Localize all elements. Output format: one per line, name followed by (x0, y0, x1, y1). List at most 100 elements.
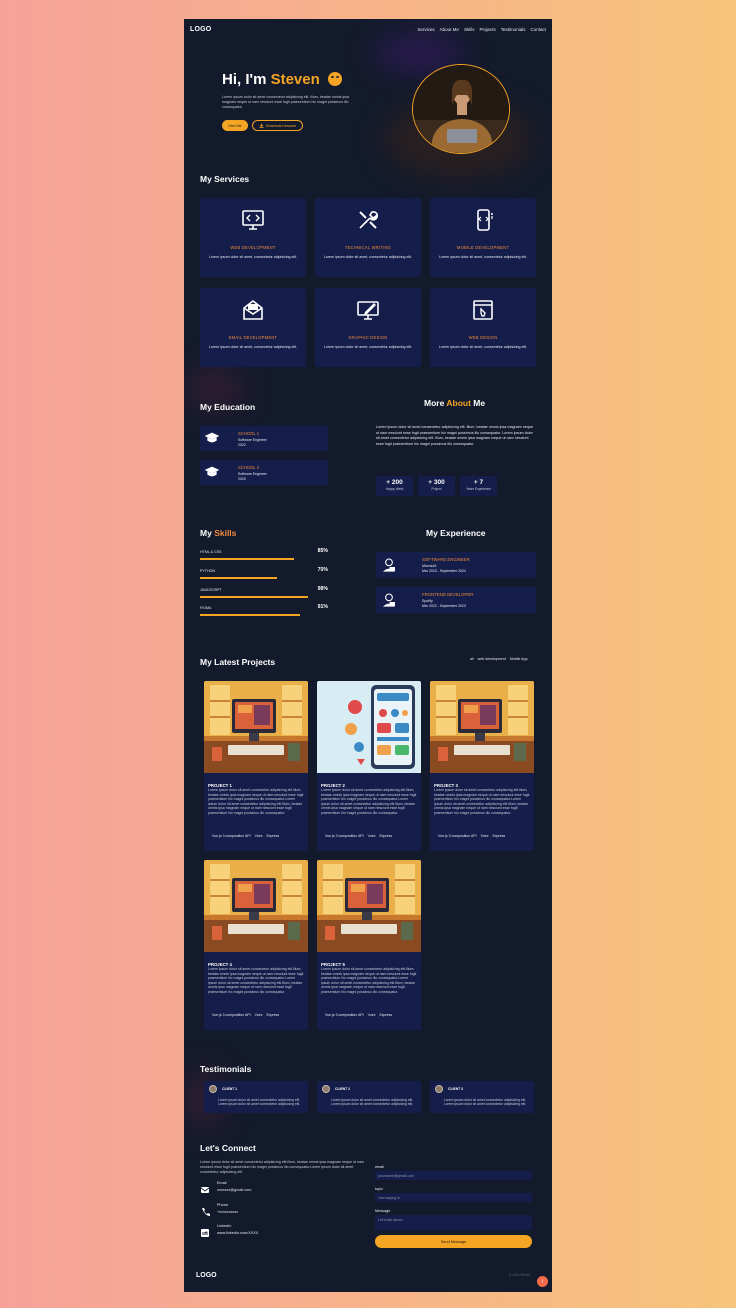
testimonial-card: CLIENT 2 Lorem ipsum dolor sit amet conse… (317, 1081, 421, 1113)
education-year: 2022 (238, 442, 246, 447)
email-field[interactable]: yourname@gmail.com (375, 1171, 532, 1180)
stat-label: Years Experience (466, 487, 491, 491)
contact-value: www.linkedin.com/XXXX (217, 1231, 259, 1235)
experience-item: SOFTWARE ENGINEER Microsoft Mar 2023 - Se… (376, 552, 536, 578)
service-card: GRAPHIC DESIGN Lorem ipsum dolor sit ame… (315, 288, 421, 367)
linkedin-icon (201, 1229, 209, 1237)
project-card[interactable]: PROJECT 2 Lorem ipsum dolor sit amet cons… (317, 681, 421, 851)
download-icon (259, 123, 264, 128)
contact-value: +xxxxxxxxxx (217, 1210, 239, 1214)
phone-icon (202, 1208, 210, 1216)
hero-title: Hi, I'm Steven (222, 71, 342, 88)
nav-link-services[interactable]: Services (417, 27, 434, 32)
about-title-pre: More (424, 398, 445, 408)
tag: Express (379, 834, 393, 838)
profile-photo (412, 64, 510, 154)
stat-card: + 7 Years Experience (460, 476, 497, 496)
project-image (430, 681, 534, 773)
project-image (204, 681, 308, 773)
topic-field[interactable]: Just saying hi (375, 1193, 532, 1202)
send-message-button[interactable]: Send Message (375, 1235, 532, 1248)
service-card: TECHNICAL WRITING Lorem ipsum dolor sit … (315, 198, 421, 277)
skill-name: FIGMA (200, 606, 212, 610)
education-role: Software Engineer 2022 (238, 438, 267, 447)
skills-title-pre: My (200, 528, 212, 538)
tag: Vuex (480, 834, 489, 838)
experience-role: SOFTWARE ENGINEER (422, 557, 470, 562)
service-title: EMAIL DEVELOPMENT (228, 335, 278, 340)
skill-bar (200, 614, 301, 616)
tag: Express (266, 1013, 280, 1017)
worker-icon (383, 593, 395, 607)
nav-link-skills[interactable]: Skills (464, 27, 475, 32)
skill-bar (200, 558, 294, 560)
scroll-top-button[interactable]: ↑ (537, 1276, 548, 1287)
stat-label: Happy client (385, 487, 404, 491)
service-desc: Lorem ipsum dolor sit amet, consectetur … (323, 255, 413, 259)
project-card[interactable]: PROJECT 4 Lorem ipsum dolor sit amet cons… (204, 860, 308, 1030)
mail-icon (243, 299, 263, 320)
message-label: Message (375, 1209, 391, 1213)
footer-logo[interactable]: LOGO (196, 1272, 217, 1279)
stat-number: + 7 (473, 479, 484, 486)
project-card[interactable]: PROJECT 5 Lorem ipsum dolor sit amet cons… (317, 860, 421, 1030)
tag: Vuex (254, 834, 263, 838)
project-tags: Vue.js 3 composition API Vuex Express (212, 1013, 279, 1017)
education-item: SCHOOL 1 Software Engineer 2022 (200, 426, 328, 451)
tag: Express (379, 1013, 393, 1017)
service-title: WEB DEVELOPMENT (230, 245, 276, 250)
project-tags: Vue.js 3 composition API Vuex Express (325, 1013, 392, 1017)
client-avatar (209, 1085, 217, 1093)
client-avatar (322, 1085, 330, 1093)
skill-bar (200, 596, 308, 598)
nav-link-contact[interactable]: Contact (530, 27, 546, 32)
project-desc: Lorem ipsum dolor sit amet consectetur a… (434, 788, 530, 815)
smiley-emoji-icon (327, 72, 342, 86)
service-title: MOBILE DEVELOPMENT (456, 245, 510, 250)
graduation-cap-icon (204, 432, 220, 443)
nav-link-testimonials[interactable]: Testimonials (501, 27, 526, 32)
contact-key: LinkedIn (217, 1224, 232, 1228)
client-name: CLIENT 2 (335, 1087, 351, 1091)
hire-me-button[interactable]: Hire Me (222, 120, 248, 131)
about-title: More About Me (424, 398, 485, 408)
tag: Vue.js 3 composition API (325, 834, 364, 838)
contact-value: xxxxxxx@gmail.com (217, 1188, 252, 1192)
project-tags: Vue.js 3 composition API Vuex Express (212, 834, 279, 838)
skill-name: HTML & CSS (200, 550, 222, 554)
client-name: CLIENT 3 (448, 1087, 464, 1091)
experience-period: Mar 2022 - September 2023 (422, 603, 466, 608)
mobile-icon (477, 209, 493, 231)
contact-key: Email (217, 1181, 227, 1185)
tag: Vuex (367, 1013, 376, 1017)
education-year: 2020 (238, 476, 246, 481)
experience-title: My Experience (426, 528, 486, 538)
service-card: WEB DESIGN Lorem ipsum dolor sit amet, c… (430, 288, 536, 367)
project-card[interactable]: PROJECT 3 Lorem ipsum dolor sit amet cons… (430, 681, 534, 851)
message-field[interactable]: Let's talk about... (375, 1215, 532, 1230)
project-desc: Lorem ipsum dolor sit amet consectetur a… (208, 967, 304, 994)
project-desc: Lorem ipsum dolor sit amet consectetur a… (321, 788, 417, 815)
download-resume-button[interactable]: Download resume (252, 120, 303, 131)
project-filters: all web development Mobile App (470, 657, 528, 661)
contact-key: Phone (217, 1203, 228, 1207)
project-card[interactable]: PROJECT 1 Lorem ipsum dolor sit amet cons… (204, 681, 308, 851)
tag: Vuex (367, 834, 376, 838)
tag: Vue.js 3 composition API (212, 834, 251, 838)
filter-web-development[interactable]: web development (478, 657, 506, 661)
about-text: Lorem ipsum dolor sit amet consectetur a… (376, 425, 534, 446)
logo[interactable]: LOGO (190, 26, 211, 33)
project-desc: Lorem ipsum dolor sit amet consectetur a… (208, 788, 304, 815)
stat-card: + 200 Happy client (376, 476, 413, 496)
client-quote: Lorem ipsum dolor sit amet consectetur a… (217, 1098, 301, 1107)
nav-link-about[interactable]: About Me (440, 27, 459, 32)
filter-mobile-app[interactable]: Mobile App (510, 657, 528, 661)
connect-title: Let's Connect (200, 1143, 256, 1153)
filter-all[interactable]: all (470, 657, 474, 661)
connect-text: Lorem ipsum dolor sit amet consectetur a… (200, 1160, 364, 1174)
nav-link-projects[interactable]: Projects (479, 27, 495, 32)
tools-icon (359, 210, 379, 229)
hero-name: Steven (270, 71, 320, 88)
project-image (204, 860, 308, 952)
testimonial-card: CLIENT 3 Lorem ipsum dolor sit amet conse… (430, 1081, 534, 1113)
